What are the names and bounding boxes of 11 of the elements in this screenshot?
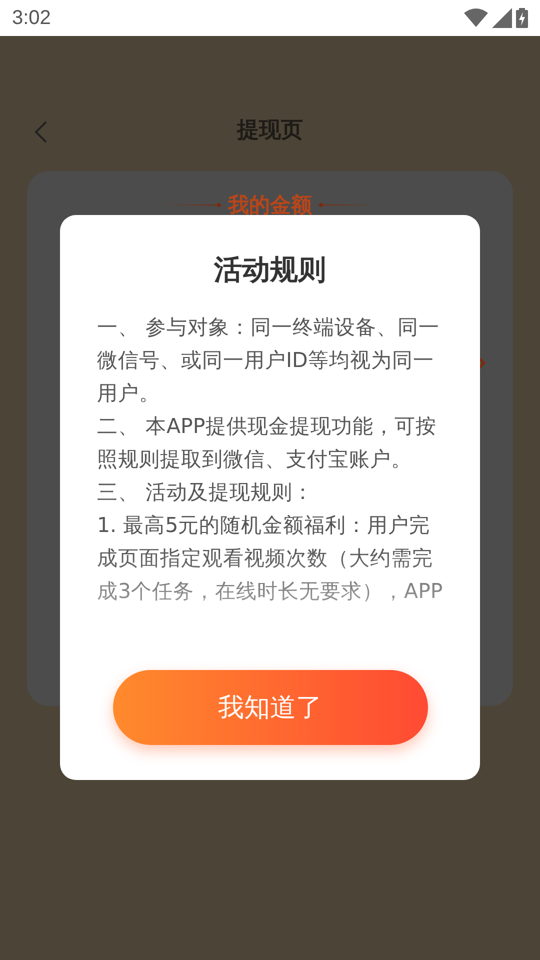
rule-paragraph: 三、 活动及提现规则： — [97, 479, 315, 506]
signal-icon — [492, 8, 512, 28]
acknowledge-button[interactable]: 我知道了 — [112, 670, 428, 745]
card-title: 我的金额 — [228, 192, 312, 219]
rule-paragraph: 1. 最高5元的随机金额福利：用户完成页面指定观看视频次数（大约需完成3个任务，在线时长无要求），APP — [97, 512, 443, 605]
rule-paragraph: 二、 本APP提供现金提现功能，可按照规则提取到微信、支付宝账户。 — [97, 413, 438, 473]
dialog-title: 活动规则 — [214, 252, 326, 288]
battery-charging-icon — [516, 8, 528, 28]
status-time: 3:02 — [12, 6, 51, 30]
rule-paragraph: 一、 参与对象：同一终端设备、同一微信号、或同一用户ID等均视为同一用户。 — [97, 314, 441, 407]
wifi-icon — [464, 8, 488, 28]
